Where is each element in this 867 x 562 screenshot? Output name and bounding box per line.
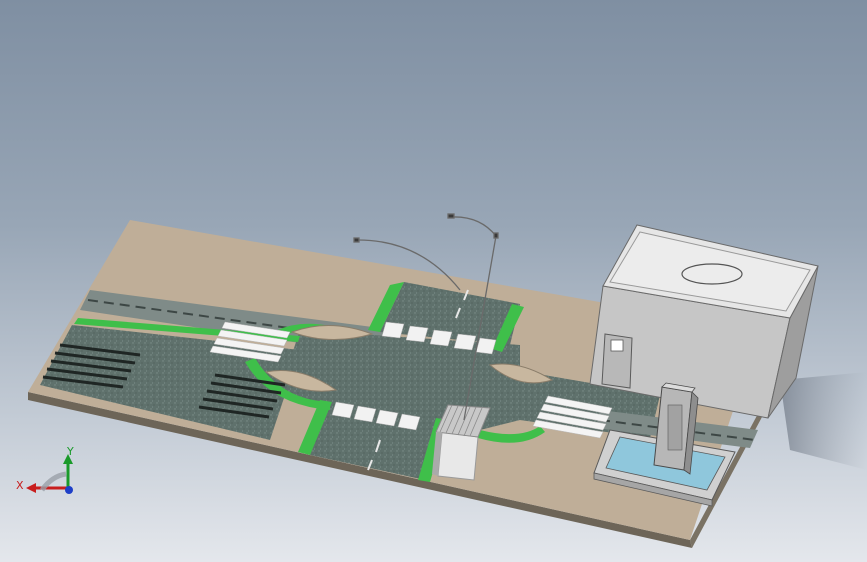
ground-shadow <box>780 372 867 470</box>
reference-triad: X Y <box>12 442 82 504</box>
y-axis-arrow-icon <box>63 454 73 488</box>
3d-viewport[interactable]: X Y <box>0 0 867 562</box>
z-axis-dot-icon <box>65 486 73 494</box>
building <box>589 224 819 419</box>
y-axis-label: Y <box>67 445 74 458</box>
x-axis-label: X <box>16 479 24 492</box>
3d-model-scene[interactable] <box>0 0 867 562</box>
